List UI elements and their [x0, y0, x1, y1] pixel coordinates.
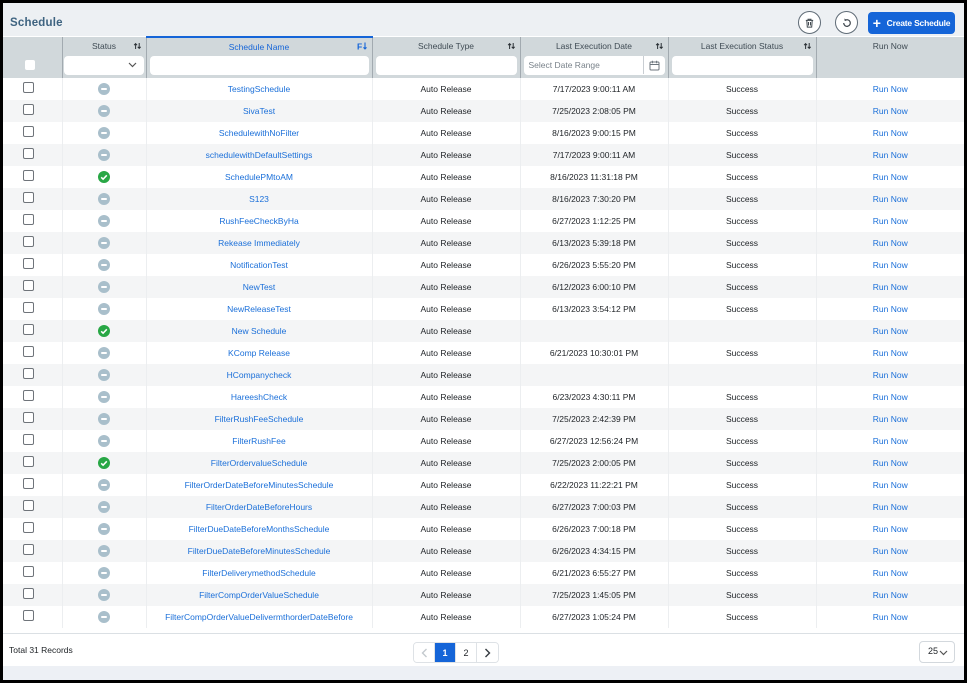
svg-text:F: F [357, 42, 362, 52]
